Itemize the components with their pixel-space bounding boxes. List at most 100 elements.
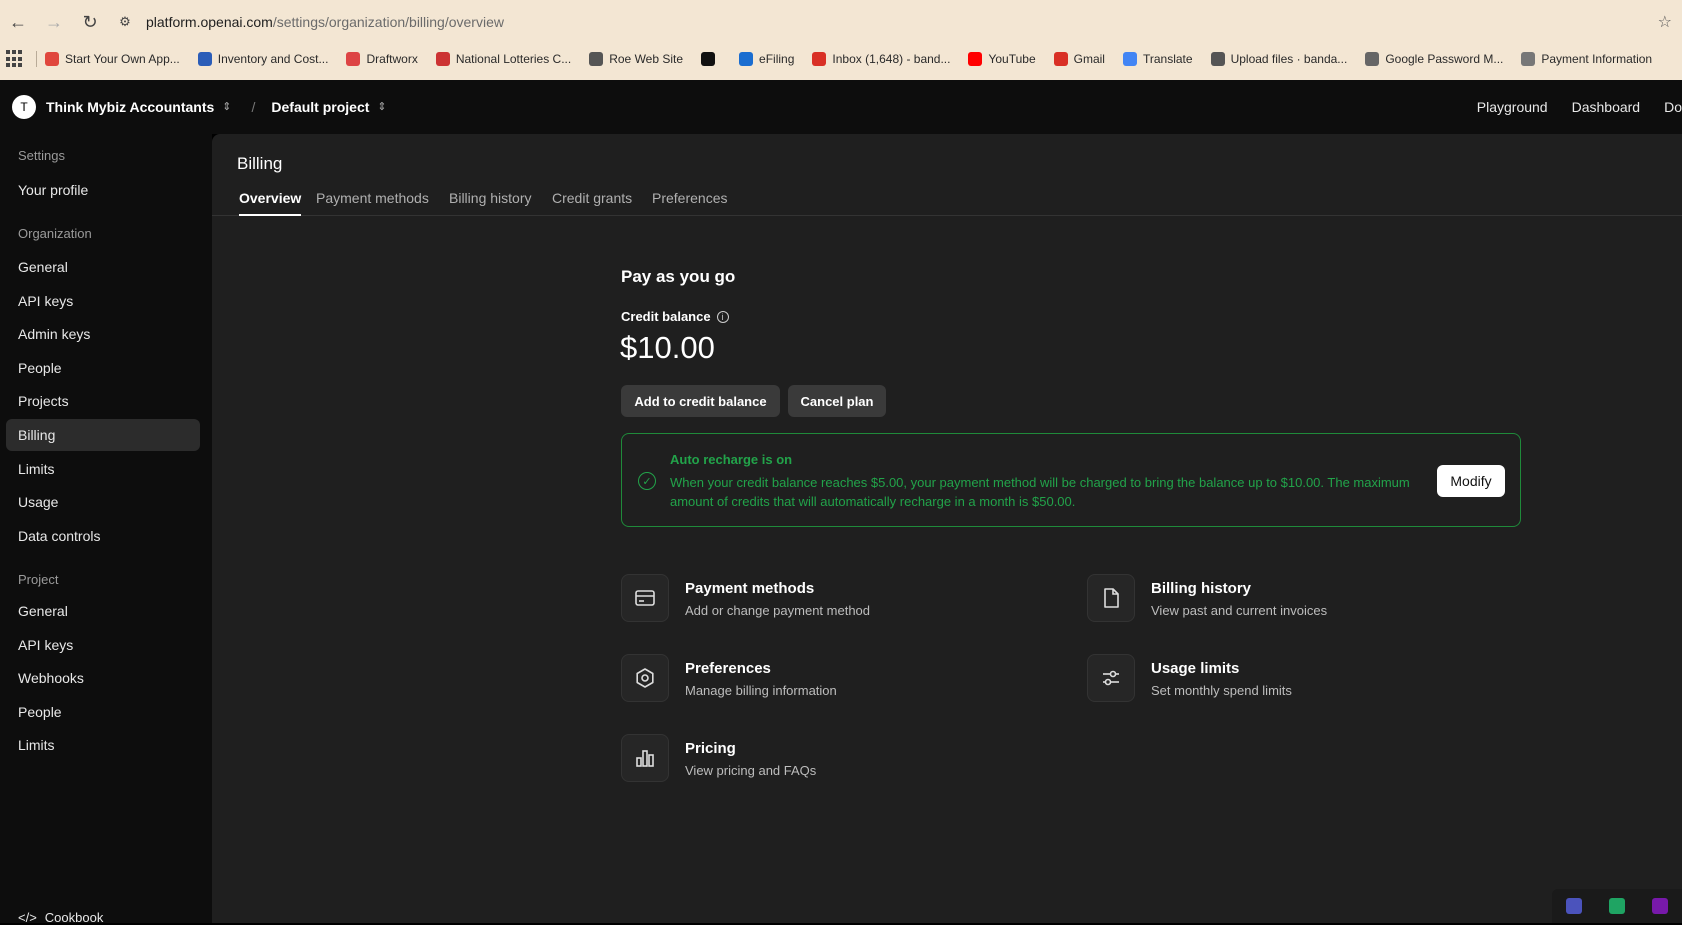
card-desc: View past and current invoices [1151,603,1328,618]
tab-overview[interactable]: Overview [239,190,302,216]
add-credit-button[interactable]: Add to credit balance [621,385,780,417]
url-host: platform.openai.com [146,14,273,30]
sidebar-item-general[interactable]: General [6,595,200,627]
address-bar[interactable]: ⚙ platform.openai.com/settings/organizat… [114,6,504,38]
bar-chart-icon [621,734,669,782]
sidebar: Settings Your profile Organization Gener… [0,134,212,925]
org-switcher[interactable]: Think Mybiz Accountants [46,99,214,115]
chevron-updown-icon[interactable]: ⇕ [377,101,386,113]
reload-button[interactable]: ↻ [72,4,108,40]
bookmark-label: Draftworx [366,52,418,66]
main-panel: Billing Overview Payment methods Billing… [212,134,1682,923]
back-button[interactable]: ← [0,4,36,40]
sidebar-item-your-profile[interactable]: Your profile [6,174,200,206]
bookmark-item[interactable]: Inbox (1,648) - band... [812,52,950,66]
bookmark-item[interactable]: Upload files · banda... [1210,52,1348,66]
card-desc: Set monthly spend limits [1151,683,1292,698]
credit-balance-label-text: Credit balance [621,309,711,324]
sidebar-item-limits[interactable]: Limits [6,453,200,485]
bookmark-item[interactable]: Google Password M... [1365,52,1503,66]
breadcrumb-separator: / [251,99,256,115]
card-usage-limits[interactable]: Usage limits Set monthly spend limits [1087,654,1527,710]
bookmark-item[interactable]: eFiling [739,52,794,66]
bookmark-label: Inventory and Cost... [217,52,329,66]
tab-payment-methods[interactable]: Payment methods [316,190,429,216]
project-switcher[interactable]: Default project [271,99,369,115]
bookmark-item[interactable]: National Lotteries C... [435,52,571,66]
card-pricing[interactable]: Pricing View pricing and FAQs [621,734,1061,790]
bookmark-label: Upload files · banda... [1230,52,1348,66]
teams-icon[interactable] [1565,898,1582,914]
cancel-plan-button[interactable]: Cancel plan [788,385,886,417]
page-title: Billing [237,154,283,173]
card-preferences[interactable]: Preferences Manage billing information [621,654,1061,710]
card-billing-history[interactable]: Billing history View past and current in… [1087,574,1527,630]
bookmark-label: Inbox (1,648) - band... [832,52,951,66]
card-title: Billing history [1151,580,1252,597]
bookmark-item[interactable]: Gmail [1053,52,1105,66]
bookmark-item[interactable]: Start Your Own App... [45,52,180,66]
bookmark-label: Translate [1142,52,1193,66]
document-icon [1087,574,1135,622]
chevron-updown-icon[interactable]: ⇕ [222,101,231,113]
bookmark-item[interactable]: Payment Information [1521,52,1652,66]
bookmark-star-icon[interactable]: ☆ [1658,12,1672,32]
onenote-icon[interactable] [1652,898,1669,914]
billing-overview: Pay as you go Credit balance i $10.00 Ad… [609,134,1529,923]
org-avatar[interactable]: T [12,95,36,119]
sidebar-item-general[interactable]: General [6,251,200,283]
sidebar-item-people[interactable]: People [6,352,200,384]
bookmark-favicon-icon [197,52,212,66]
card-title: Pricing [685,740,736,757]
bookmark-label: Roe Web Site [609,52,684,66]
bookmark-favicon-icon [968,52,983,66]
bookmark-favicon-icon [45,52,59,66]
card-desc: Add or change payment method [685,603,871,618]
bookmark-item[interactable]: Translate [1122,52,1193,66]
top-nav: Playground Dashboard Do [1477,80,1682,134]
nav-playground[interactable]: Playground [1477,99,1548,115]
credit-balance-label: Credit balance i [621,309,729,324]
bookmarks-divider [36,51,37,67]
bookmarks-bar: Start Your Own App... Inventory and Cost.… [0,44,1682,74]
nav-docs[interactable]: Do [1664,99,1682,115]
sidebar-heading-settings: Settings [18,148,65,163]
sidebar-item-usage[interactable]: Usage [6,486,200,518]
gear-icon [621,654,669,702]
card-desc: Manage billing information [685,683,837,698]
sliders-icon [1087,654,1135,702]
bookmark-item[interactable]: Inventory and Cost... [197,52,329,66]
drive-icon[interactable] [1608,898,1625,914]
sidebar-item-admin-keys[interactable]: Admin keys [6,318,200,350]
bookmark-favicon-icon [1053,52,1068,66]
auto-recharge-title: Auto recharge is on [670,452,793,467]
sidebar-item-billing[interactable]: Billing [6,419,200,451]
bookmark-favicon-icon [739,52,754,66]
bookmark-item[interactable]: Roe Web Site [589,52,683,66]
sidebar-item-webhooks[interactable]: Webhooks [6,662,200,694]
bookmark-label: Payment Information [1541,52,1653,66]
bookmark-item[interactable]: Draftworx [346,52,418,66]
tab-billing-history[interactable]: Billing history [449,190,531,216]
bookmark-item[interactable]: YouTube [968,52,1036,66]
info-icon[interactable]: i [716,310,729,323]
bookmark-item[interactable] [701,52,721,66]
address-row: ← → ↻ ⚙ platform.openai.com/settings/org… [0,0,1682,44]
bookmark-favicon-icon [346,52,361,66]
sidebar-item-limits[interactable]: Limits [6,729,200,761]
forward-button[interactable]: → [36,4,72,40]
sidebar-item-api-keys[interactable]: API keys [6,629,200,661]
card-payment-methods[interactable]: Payment methods Add or change payment me… [621,574,1061,630]
bookmark-favicon-icon [1210,52,1225,66]
sidebar-item-people[interactable]: People [6,696,200,728]
sidebar-item-data-controls[interactable]: Data controls [6,520,200,552]
auto-recharge-banner: ✓ Auto recharge is on When your credit b… [621,433,1521,527]
modify-button[interactable]: Modify [1437,465,1505,497]
sidebar-item-api-keys[interactable]: API keys [6,285,200,317]
bookmark-favicon-icon [1521,52,1536,66]
site-info-icon[interactable]: ⚙ [114,11,136,33]
taskbar-tray [1552,889,1682,923]
nav-dashboard[interactable]: Dashboard [1572,99,1641,115]
apps-grid-icon[interactable] [6,50,24,68]
sidebar-item-projects[interactable]: Projects [6,385,200,417]
